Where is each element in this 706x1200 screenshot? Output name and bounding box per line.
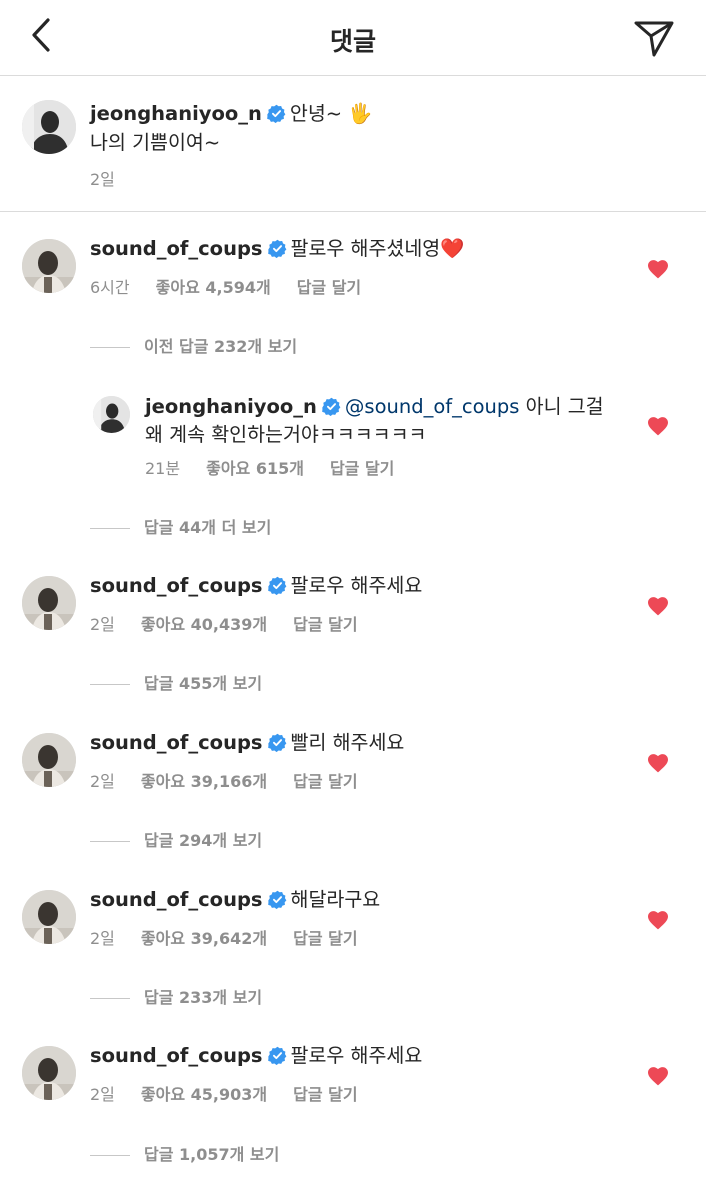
timestamp: 2일 <box>90 929 115 948</box>
verified-badge-icon <box>267 104 286 123</box>
username-link[interactable]: sound_of_coups <box>90 888 263 911</box>
view-replies-label: 답글 294개 보기 <box>144 831 263 850</box>
comment-text: 팔로우 해주셨네영❤️ <box>290 237 465 260</box>
comment-text: 팔로우 해주세요 <box>290 1044 423 1067</box>
heart-icon[interactable] <box>647 753 669 773</box>
username-link[interactable]: jeonghaniyoo_n <box>145 395 317 418</box>
heart-icon[interactable] <box>647 259 669 279</box>
likes-count[interactable]: 좋아요 4,594개 <box>156 278 271 297</box>
comment-meta: 2일 좋아요 39,642개 답글 달기 <box>90 925 384 949</box>
caption-meta: 2일 <box>90 166 141 190</box>
verified-badge-icon <box>268 1046 287 1065</box>
view-replies-label: 답글 455개 보기 <box>144 674 263 693</box>
verified-badge-icon <box>322 397 341 416</box>
comment-line: sound_of_coups 팔로우 해주셨네영❤️ <box>90 236 465 262</box>
divider <box>90 528 130 529</box>
avatar[interactable] <box>22 890 76 944</box>
view-replies-button[interactable]: 답글 1,057개 보기 <box>90 1141 279 1165</box>
verified-badge-icon <box>268 239 287 258</box>
reply-button[interactable]: 답글 달기 <box>330 459 394 478</box>
reply-line: jeonghaniyoo_n @sound_of_coups 아니 그걸 <box>145 394 604 420</box>
comment-meta: 6시간 좋아요 4,594개 답글 달기 <box>90 274 387 298</box>
reply-button[interactable]: 답글 달기 <box>293 1085 357 1104</box>
username-link[interactable]: jeonghaniyoo_n <box>90 102 262 125</box>
caption-text-line2: 나의 기쁨이여~ <box>90 131 221 154</box>
heart-icon[interactable] <box>647 416 669 436</box>
divider <box>90 841 130 842</box>
reply-meta: 21분 좋아요 615개 답글 달기 <box>145 455 420 479</box>
timestamp: 2일 <box>90 170 115 189</box>
avatar[interactable] <box>22 733 76 787</box>
verified-badge-icon <box>268 576 287 595</box>
view-replies-button[interactable]: 답글 455개 보기 <box>90 670 262 694</box>
caption-line: jeonghaniyoo_n 안녕~ 🖐 <box>90 101 373 127</box>
timestamp: 2일 <box>90 1085 115 1104</box>
view-replies-label: 답글 1,057개 보기 <box>144 1145 280 1164</box>
likes-count[interactable]: 좋아요 615개 <box>206 459 304 478</box>
username-link[interactable]: sound_of_coups <box>90 574 263 597</box>
username-link[interactable]: sound_of_coups <box>90 731 263 754</box>
view-replies-label: 이전 답글 232개 보기 <box>144 337 298 356</box>
comment-text: 빨리 해주세요 <box>290 731 405 754</box>
top-bar: 댓글 <box>0 0 706 76</box>
likes-count[interactable]: 좋아요 39,642개 <box>141 929 267 948</box>
comment-meta: 2일 좋아요 39,166개 답글 달기 <box>90 768 384 792</box>
verified-badge-icon <box>268 733 287 752</box>
timestamp: 2일 <box>90 615 115 634</box>
view-replies-button[interactable]: 이전 답글 232개 보기 <box>90 333 297 357</box>
timestamp: 2일 <box>90 772 115 791</box>
timestamp: 6시간 <box>90 278 130 297</box>
heart-icon[interactable] <box>647 1066 669 1086</box>
paper-plane-icon <box>634 21 674 57</box>
timestamp: 21분 <box>145 459 181 478</box>
comment-text: 해달라구요 <box>290 888 381 911</box>
more-replies-label: 답글 44개 더 보기 <box>144 518 272 537</box>
comment-meta: 2일 좋아요 40,439개 답글 달기 <box>90 611 384 635</box>
avatar[interactable] <box>22 239 76 293</box>
view-replies-label: 답글 233개 보기 <box>144 988 263 1007</box>
reply-button[interactable]: 답글 달기 <box>297 278 361 297</box>
username-link[interactable]: sound_of_coups <box>90 237 263 260</box>
comment-line: sound_of_coups 빨리 해주세요 <box>90 730 404 756</box>
reply-text-line2: 왜 계속 확인하는거야ㅋㅋㅋㅋㅋㅋ <box>145 423 427 446</box>
heart-icon[interactable] <box>647 910 669 930</box>
view-replies-button[interactable]: 답글 233개 보기 <box>90 984 262 1008</box>
post-caption: jeonghaniyoo_n 안녕~ 🖐 나의 기쁨이여~ 2일 <box>0 76 706 212</box>
divider <box>90 1155 130 1156</box>
reply-button[interactable]: 답글 달기 <box>293 929 357 948</box>
comment-line: sound_of_coups 해달라구요 <box>90 887 380 913</box>
divider <box>90 347 130 348</box>
caption-text: 안녕~ 🖐 <box>289 102 373 125</box>
verified-badge-icon <box>268 890 287 909</box>
view-replies-button[interactable]: 답글 294개 보기 <box>90 827 262 851</box>
page-title: 댓글 <box>329 27 376 56</box>
comment-line: sound_of_coups 팔로우 해주세요 <box>90 573 422 599</box>
comment-line: sound_of_coups 팔로우 해주세요 <box>90 1043 422 1069</box>
comment-text: 팔로우 해주세요 <box>290 574 423 597</box>
reply-button[interactable]: 답글 달기 <box>293 772 357 791</box>
avatar[interactable] <box>22 576 76 630</box>
mention-link[interactable]: @sound_of_coups <box>345 395 520 418</box>
heart-icon[interactable] <box>647 596 669 616</box>
likes-count[interactable]: 좋아요 39,166개 <box>141 772 267 791</box>
likes-count[interactable]: 좋아요 40,439개 <box>141 615 267 634</box>
avatar[interactable] <box>22 100 76 154</box>
share-button[interactable] <box>632 16 676 60</box>
comment-meta: 2일 좋아요 45,903개 답글 달기 <box>90 1081 384 1105</box>
username-link[interactable]: sound_of_coups <box>90 1044 263 1067</box>
divider <box>90 684 130 685</box>
reply-text: 아니 그걸 <box>519 395 604 418</box>
avatar[interactable] <box>22 1046 76 1100</box>
likes-count[interactable]: 좋아요 45,903개 <box>141 1085 267 1104</box>
more-replies-button[interactable]: 답글 44개 더 보기 <box>90 514 271 538</box>
avatar[interactable] <box>93 396 130 433</box>
reply-button[interactable]: 답글 달기 <box>293 615 357 634</box>
divider <box>90 998 130 999</box>
